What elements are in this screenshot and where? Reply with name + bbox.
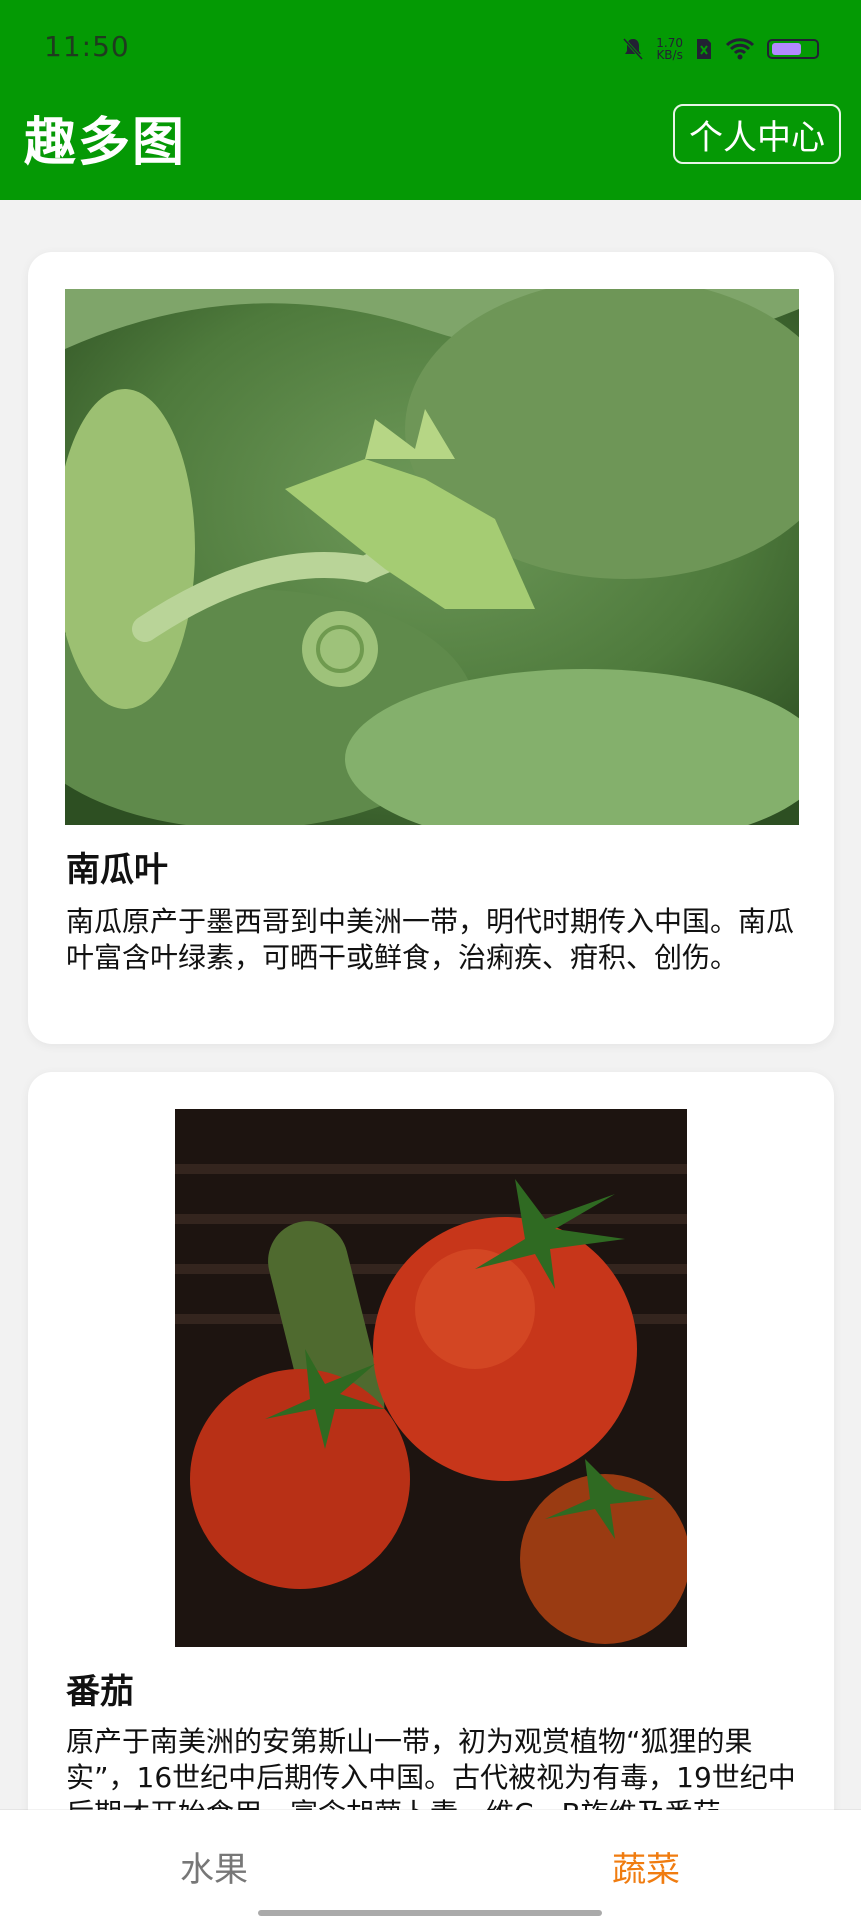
sim-icon — [697, 39, 711, 59]
profile-button[interactable]: 个人中心 — [673, 104, 841, 164]
pumpkin-leaf-photo — [65, 289, 799, 825]
battery-icon — [767, 39, 819, 59]
status-time: 11:50 — [44, 30, 130, 63]
wifi-icon — [725, 38, 755, 60]
status-icons: 1.70 KB/s — [622, 34, 819, 64]
list-item-card[interactable]: 南瓜叶 南瓜原产于墨西哥到中美洲一带，明代时期传入中国。南瓜叶富含叶绿素，可晒干… — [28, 252, 834, 1044]
battery-level — [772, 43, 802, 55]
card-title: 南瓜叶 — [66, 850, 168, 890]
status-bar: 11:50 1.70 KB/s — [0, 0, 861, 66]
list-item-card[interactable]: 番茄 原产于南美洲的安第斯山一带，初为观赏植物“狐狸的果实”，16世纪中后期传入… — [28, 1072, 834, 1810]
app-header: 11:50 1.70 KB/s 趣多图 个人中心 — [0, 0, 861, 200]
home-indicator[interactable] — [258, 1910, 602, 1916]
tab-vegetables[interactable]: 蔬菜 — [612, 1842, 680, 1891]
net-speed-unit: KB/s — [656, 48, 683, 62]
app-title: 趣多图 — [24, 113, 187, 173]
card-description: 原产于南美洲的安第斯山一带，初为观赏植物“狐狸的果实”，16世纪中后期传入中国。… — [66, 1725, 796, 1810]
bottom-tab-bar: 水果 蔬菜 — [0, 1810, 861, 1920]
tab-fruit[interactable]: 水果 — [180, 1842, 248, 1891]
content-feed[interactable]: 南瓜叶 南瓜原产于墨西哥到中美洲一带，明代时期传入中国。南瓜叶富含叶绿素，可晒干… — [0, 200, 861, 1810]
card-title: 番茄 — [66, 1672, 134, 1712]
net-speed: 1.70 KB/s — [656, 37, 683, 61]
card-description: 南瓜原产于墨西哥到中美洲一带，明代时期传入中国。南瓜叶富含叶绿素，可晒干或鲜食，… — [66, 905, 795, 974]
bell-muted-icon — [623, 37, 644, 61]
tomato-photo — [175, 1109, 687, 1647]
